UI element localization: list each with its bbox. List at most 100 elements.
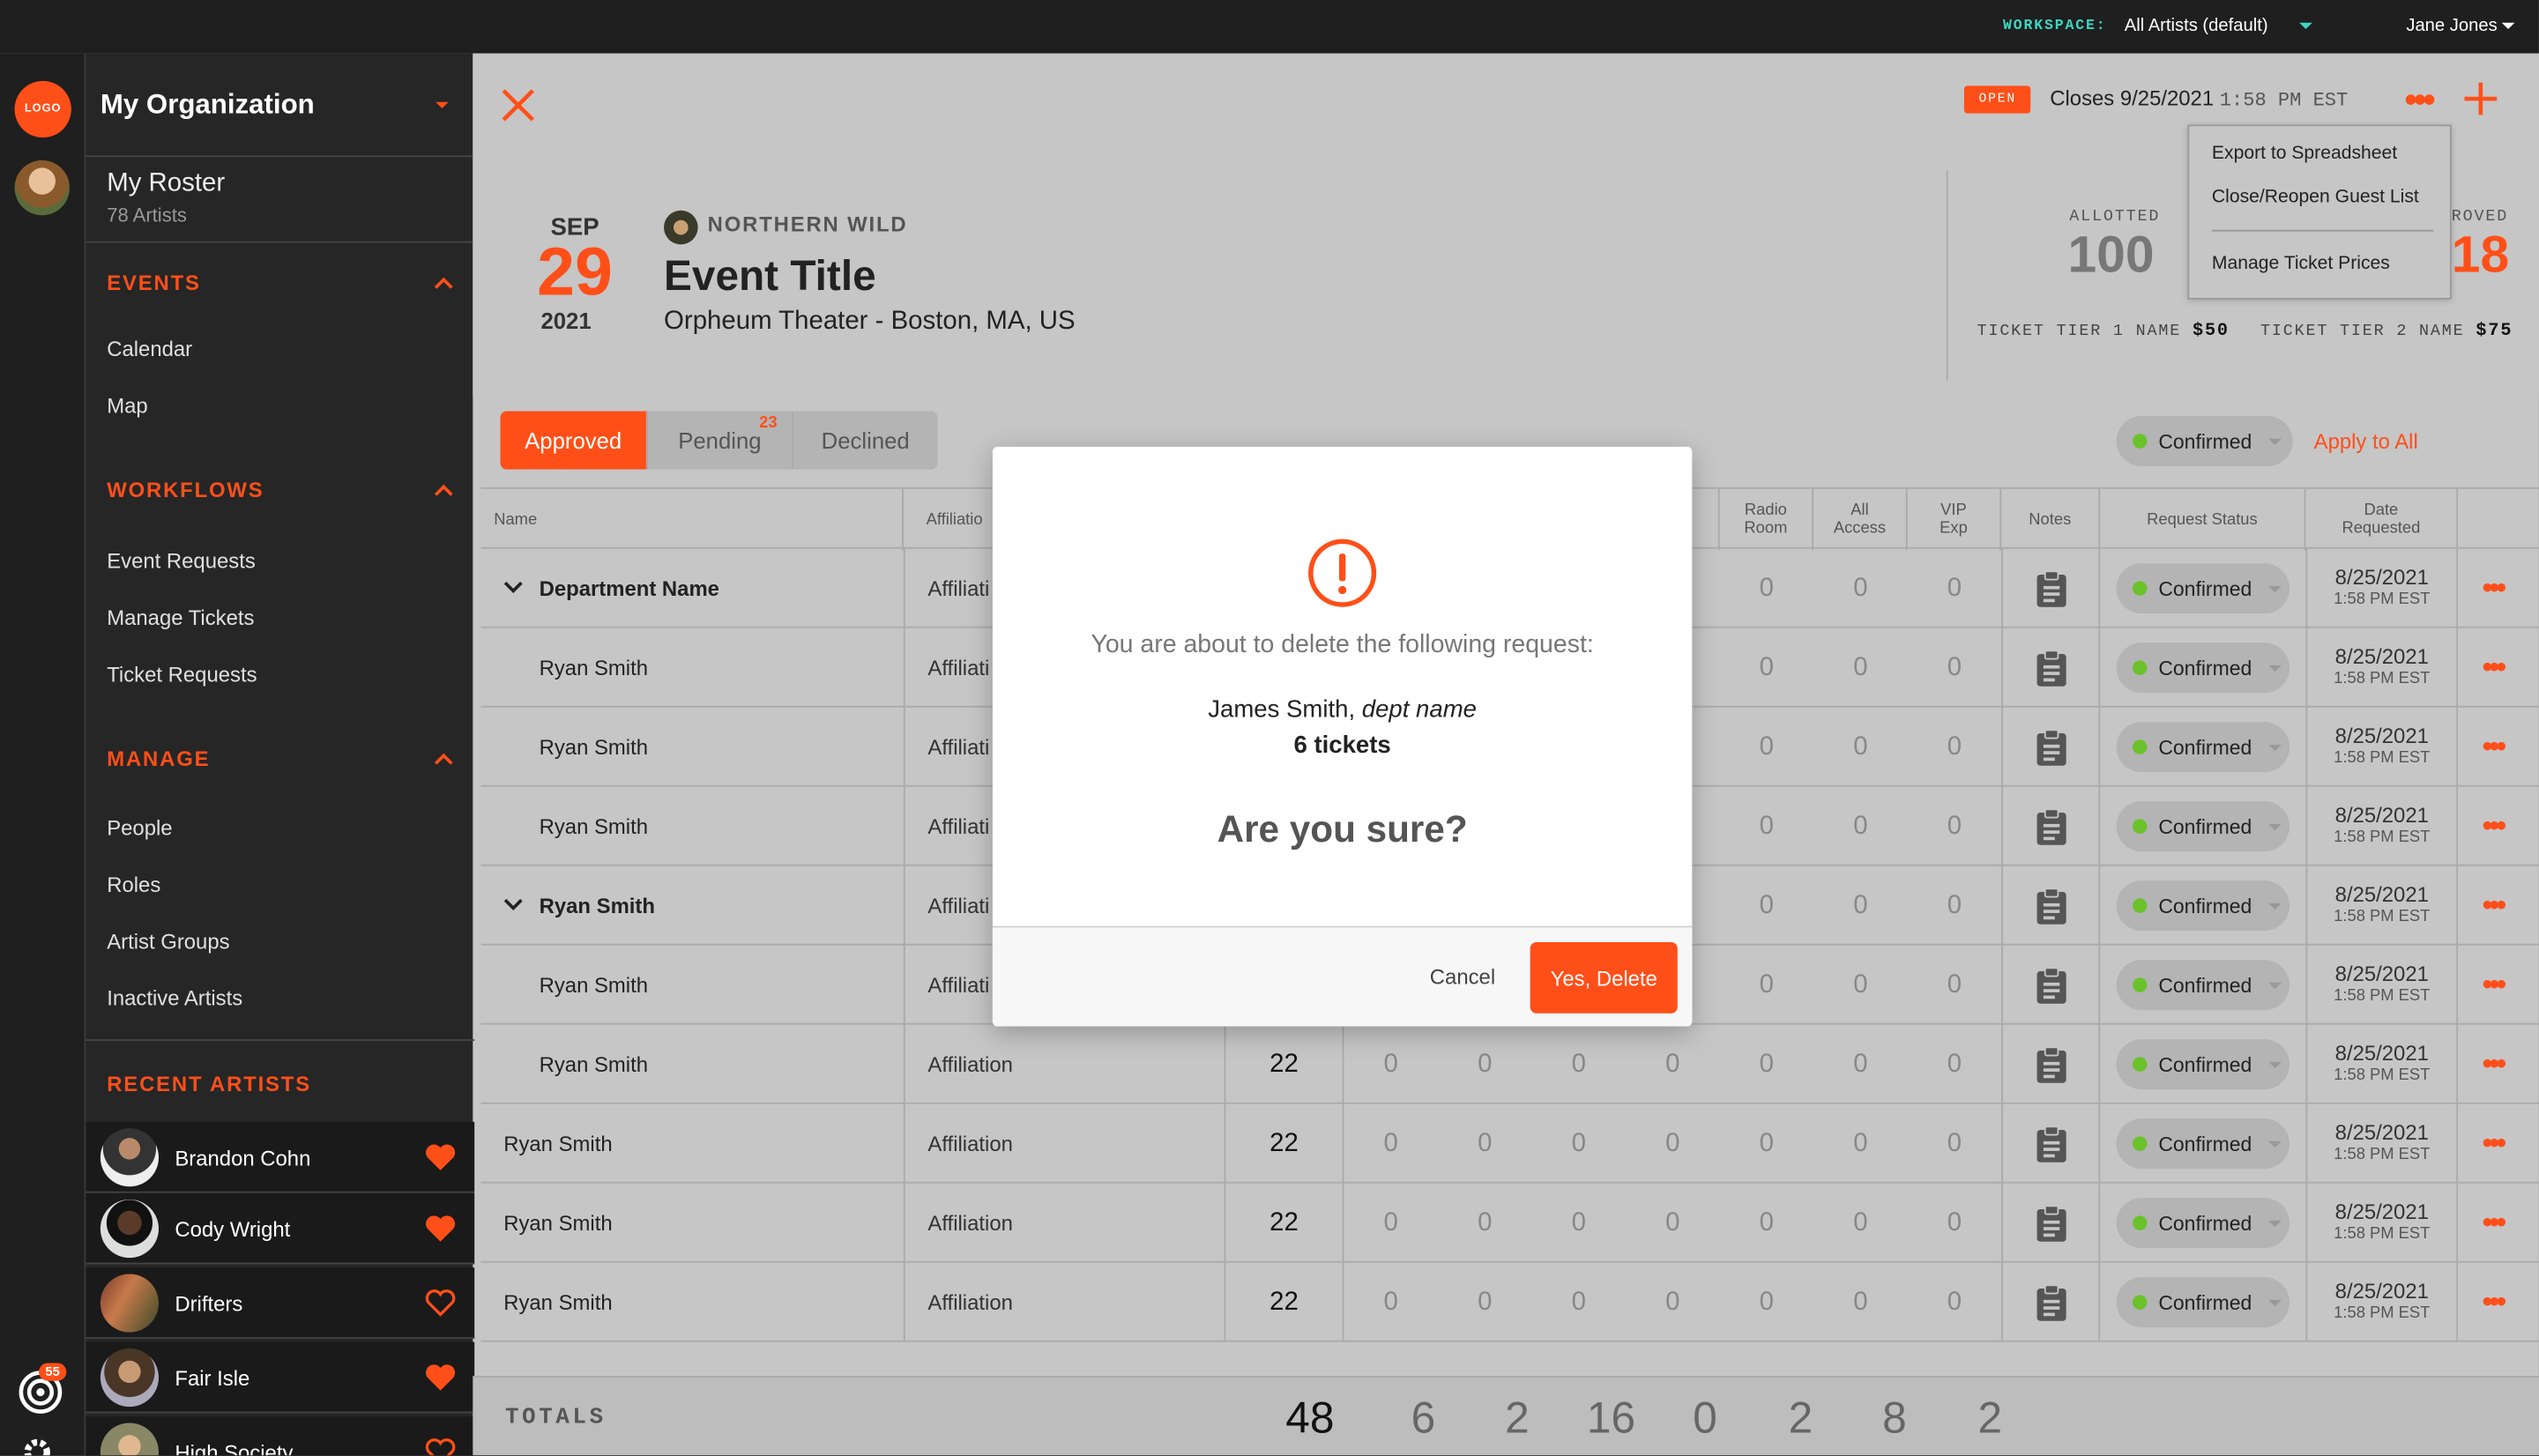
heart-filled-icon[interactable]: [424, 1143, 457, 1172]
roster-title[interactable]: My Roster: [107, 170, 225, 199]
table-row[interactable]: Ryan Smith Affiliation 22 0 0 0 0 0 0 0 Confirmed 8…: [480, 1183, 2539, 1263]
col-date-requested[interactable]: Date Requested: [2305, 488, 2459, 551]
apply-to-all-link[interactable]: Apply to All: [2314, 429, 2418, 454]
request-status-select[interactable]: Confirmed: [2116, 1198, 2290, 1249]
row-more-icon[interactable]: •••: [2483, 890, 2506, 919]
clipboard-icon[interactable]: [2035, 966, 2067, 1005]
add-icon[interactable]: [2463, 81, 2498, 116]
row-more-icon[interactable]: •••: [2483, 811, 2506, 840]
row-name[interactable]: Ryan Smith: [540, 866, 655, 946]
heart-outline-icon[interactable]: [424, 1289, 457, 1318]
user-caret-icon[interactable]: [2501, 22, 2515, 30]
request-status-select[interactable]: Confirmed: [2116, 1118, 2290, 1170]
col-name[interactable]: Name: [480, 488, 904, 551]
event-artist[interactable]: NORTHERN WILD: [708, 212, 908, 237]
roster-avatar[interactable]: [14, 160, 70, 216]
nav-event-requests[interactable]: Event Requests: [107, 549, 256, 574]
tab-pending[interactable]: Pending 23: [648, 411, 793, 470]
clipboard-icon[interactable]: [2035, 887, 2067, 925]
workspace-selector[interactable]: All Artists (default): [2125, 16, 2268, 35]
workspace-caret-icon[interactable]: [2299, 22, 2312, 30]
request-status-select[interactable]: Confirmed: [2116, 880, 2290, 932]
request-status-select[interactable]: Confirmed: [2116, 1277, 2290, 1328]
request-status-select[interactable]: Confirmed: [2116, 960, 2290, 1011]
col-request-status[interactable]: Request Status: [2100, 488, 2306, 551]
date-cell: 8/25/2021 1:58 PM EST: [2305, 628, 2459, 708]
close-icon[interactable]: [499, 85, 538, 124]
row-more-icon[interactable]: •••: [2483, 732, 2506, 761]
tab-declined[interactable]: Declined: [793, 412, 937, 470]
request-status-select[interactable]: Confirmed: [2116, 722, 2290, 773]
logo[interactable]: LOGO: [14, 80, 71, 138]
clipboard-icon[interactable]: [2035, 1045, 2067, 1084]
menu-manage-ticket-prices[interactable]: Manage Ticket Prices: [2212, 254, 2390, 273]
row-more-icon[interactable]: •••: [2483, 1287, 2506, 1316]
recent-artist-item[interactable]: Fair Isle: [86, 1341, 475, 1414]
row-more-icon[interactable]: •••: [2483, 652, 2506, 681]
recent-artist-item[interactable]: Brandon Cohn: [86, 1121, 475, 1193]
user-menu[interactable]: Jane Jones: [2406, 16, 2497, 35]
org-name[interactable]: My Organization: [101, 89, 315, 122]
menu-export-spreadsheet[interactable]: Export to Spreadsheet: [2212, 144, 2397, 163]
nav-artist-groups[interactable]: Artist Groups: [107, 929, 229, 954]
clipboard-icon[interactable]: [2035, 1125, 2067, 1163]
yes-delete-button[interactable]: Yes, Delete: [1530, 941, 1678, 1014]
row-more-icon[interactable]: •••: [2483, 573, 2506, 602]
nav-inactive-artists[interactable]: Inactive Artists: [107, 986, 242, 1011]
clipboard-icon[interactable]: [2035, 1204, 2067, 1243]
cancel-button[interactable]: Cancel: [1430, 965, 1495, 990]
col-all-access[interactable]: All Access: [1813, 488, 1908, 551]
recent-artist-item[interactable]: Drifters: [86, 1267, 475, 1339]
clipboard-icon[interactable]: [2035, 569, 2067, 608]
nav-manage-tickets[interactable]: Manage Tickets: [107, 605, 254, 630]
request-status-select[interactable]: Confirmed: [2116, 1039, 2290, 1090]
chevron-up-icon[interactable]: [434, 484, 453, 503]
clipboard-icon[interactable]: [2035, 728, 2067, 767]
chevron-up-icon[interactable]: [434, 753, 453, 772]
org-caret-icon[interactable]: [436, 101, 449, 109]
request-status-select[interactable]: Confirmed: [2116, 643, 2290, 694]
notes-cell: [2001, 1183, 2101, 1263]
date-cell: 8/25/2021 1:58 PM EST: [2305, 707, 2459, 787]
heart-outline-icon[interactable]: [424, 1437, 457, 1456]
col-vip[interactable]: VIP Exp: [1908, 488, 2002, 551]
workflows-section-header[interactable]: WORKFLOWS: [107, 478, 264, 502]
heart-filled-icon[interactable]: [424, 1363, 457, 1393]
events-section-header[interactable]: EVENTS: [107, 271, 201, 295]
col-radio-room[interactable]: Radio Room: [1720, 488, 1814, 551]
clipboard-icon[interactable]: [2035, 649, 2067, 687]
table-row[interactable]: Ryan Smith Affiliation 22 0 0 0 0 0 0 0 Confirmed 8…: [480, 1262, 2539, 1342]
nav-roles[interactable]: Roles: [107, 873, 160, 897]
manage-section-header[interactable]: MANAGE: [107, 747, 210, 771]
bulk-status-select[interactable]: Confirmed: [2116, 416, 2293, 466]
row-count: 0: [1759, 812, 1775, 840]
row-more-icon[interactable]: •••: [2483, 969, 2506, 999]
recent-artist-item[interactable]: High Society: [86, 1416, 475, 1456]
request-status-select[interactable]: Confirmed: [2116, 563, 2290, 614]
row-more-icon[interactable]: •••: [2483, 1049, 2506, 1078]
row-count: 0: [1759, 1288, 1775, 1316]
chevron-down-icon[interactable]: [503, 581, 523, 594]
request-status-select[interactable]: Confirmed: [2116, 801, 2290, 852]
nav-ticket-requests[interactable]: Ticket Requests: [107, 662, 257, 687]
heart-filled-icon[interactable]: [424, 1215, 457, 1244]
modal-intro: You are about to delete the following re…: [1091, 631, 1594, 659]
clipboard-icon[interactable]: [2035, 1283, 2067, 1322]
clipboard-icon[interactable]: [2035, 807, 2067, 846]
col-notes[interactable]: Notes: [2001, 488, 2101, 551]
row-more-icon[interactable]: •••: [2483, 1207, 2506, 1237]
nav-people[interactable]: People: [107, 816, 172, 841]
row-more-icon[interactable]: •••: [2483, 1128, 2506, 1157]
nav-map[interactable]: Map: [107, 393, 147, 418]
gear-icon[interactable]: [23, 1437, 52, 1456]
chevron-down-icon[interactable]: [503, 898, 523, 911]
chevron-up-icon[interactable]: [434, 277, 453, 296]
menu-close-reopen[interactable]: Close/Reopen Guest List: [2212, 188, 2419, 207]
nav-calendar[interactable]: Calendar: [107, 337, 192, 361]
more-options-icon[interactable]: •••: [2404, 82, 2435, 117]
table-row[interactable]: Ryan Smith Affiliation 22 0 0 0 0 0 0 0 Confirmed 8…: [480, 1103, 2539, 1184]
row-name[interactable]: Department Name: [540, 549, 719, 628]
table-row[interactable]: Ryan Smith Affiliation 22 0 0 0 0 0 0 0 Confirmed 8…: [480, 1024, 2539, 1104]
tab-approved[interactable]: Approved: [500, 411, 648, 470]
recent-artist-item[interactable]: Cody Wright: [86, 1192, 475, 1265]
